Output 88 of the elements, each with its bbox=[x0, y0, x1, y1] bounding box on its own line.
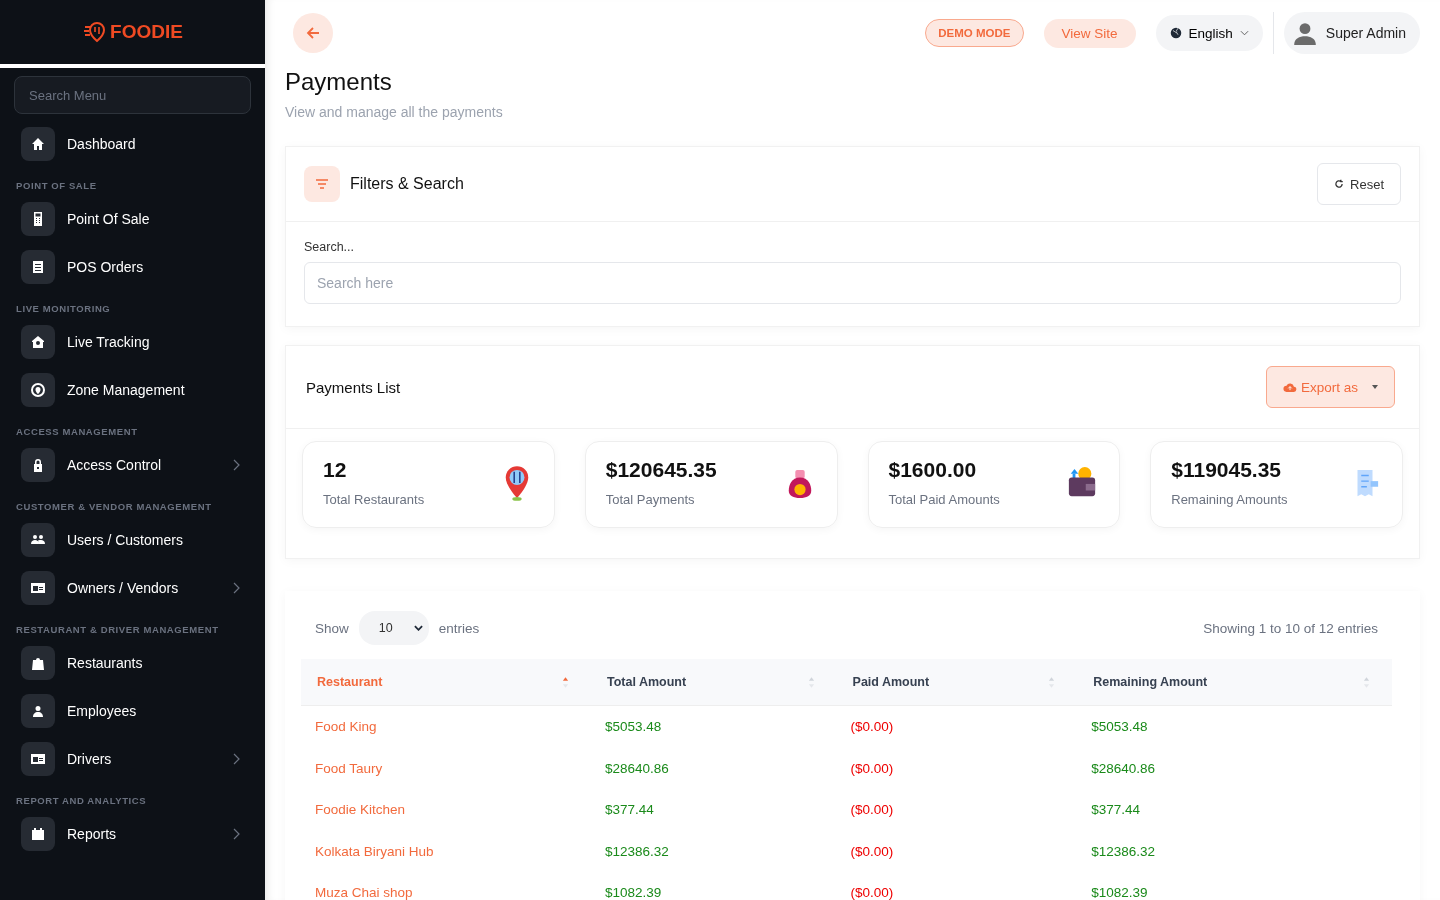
sidebar-item[interactable]: Point Of Sale bbox=[14, 195, 251, 243]
logo-icon bbox=[82, 20, 107, 44]
table-cell: $5053.48 bbox=[590, 705, 837, 748]
table-cell-text: $12386.32 bbox=[1090, 842, 1156, 861]
chevron-right-icon bbox=[232, 828, 240, 840]
stat-value: $1600.00 bbox=[888, 458, 978, 482]
sort-icon bbox=[561, 675, 569, 689]
show-label: Show bbox=[315, 620, 349, 636]
table-cell-text: ($0.00) bbox=[849, 842, 895, 861]
table-cell-text: $28640.86 bbox=[603, 759, 670, 778]
receipt-icon bbox=[30, 259, 46, 275]
chevron-down-icon bbox=[1239, 30, 1249, 36]
sidebar-item[interactable]: Employees bbox=[14, 687, 251, 735]
section-heading: POINT OF SALE bbox=[16, 180, 98, 191]
search-menu-field[interactable]: Search Menu bbox=[14, 76, 251, 114]
sidebar-item[interactable]: Users / Customers bbox=[14, 516, 251, 564]
sidebar-item[interactable]: POS Orders bbox=[14, 243, 251, 291]
arrow-left-icon bbox=[305, 25, 321, 41]
sort-icon bbox=[1048, 675, 1056, 689]
shopping-bag-icon bbox=[30, 655, 46, 671]
stat-label: Total Payments bbox=[605, 492, 696, 507]
language-selector[interactable]: English bbox=[1155, 15, 1263, 51]
sort-icon bbox=[1363, 675, 1370, 689]
section-heading: LIVE MONITORING bbox=[16, 303, 112, 314]
section-heading: RESTAURANT & DRIVER MANAGEMENT bbox=[16, 624, 220, 635]
section-heading: ACCESS MANAGEMENT bbox=[16, 426, 139, 437]
sidebar-item[interactable]: Restaurants bbox=[14, 639, 251, 687]
column-header[interactable]: Paid Amount bbox=[836, 659, 1078, 706]
stat-label: Total Restaurants bbox=[323, 492, 426, 507]
avatar-icon bbox=[1291, 20, 1318, 46]
brand-name: FOODIE bbox=[110, 21, 183, 43]
table-cell: $5053.48 bbox=[1077, 705, 1392, 748]
page-subtitle: View and manage all the payments bbox=[285, 104, 504, 120]
reset-button[interactable]: Reset bbox=[1317, 163, 1401, 205]
sidebar-item[interactable]: Dashboard bbox=[14, 120, 251, 168]
search-field[interactable]: Search here bbox=[304, 262, 1401, 304]
refresh-icon bbox=[1334, 179, 1345, 189]
sort-icon bbox=[807, 675, 815, 689]
column-header[interactable]: Total Amount bbox=[590, 659, 837, 706]
table-cell-text: $1082.39 bbox=[1090, 884, 1149, 900]
caret-down-icon bbox=[1372, 385, 1378, 389]
page-size-select[interactable]: 10 bbox=[358, 611, 429, 645]
sidebar-item[interactable]: Zone Management bbox=[14, 366, 251, 414]
person-icon bbox=[30, 703, 46, 719]
column-header[interactable]: Remaining Amount bbox=[1077, 659, 1392, 706]
sidebar-item[interactable]: Drivers bbox=[14, 735, 251, 783]
entries-info: Showing 1 to 10 of 12 entries bbox=[1203, 620, 1378, 636]
table-cell-text: ($0.00) bbox=[849, 884, 895, 900]
stat-label: Total Paid Amounts bbox=[888, 492, 1001, 507]
globe-icon bbox=[1169, 27, 1182, 39]
table-cell: ($0.00) bbox=[836, 705, 1078, 748]
calendar-icon bbox=[30, 826, 46, 842]
section-heading: CUSTOMER & VENDOR MANAGEMENT bbox=[16, 501, 213, 512]
sidebar-item[interactable]: Owners / Vendors bbox=[14, 564, 251, 612]
stat-value: 12 bbox=[323, 458, 348, 482]
table-cell-text: $28640.86 bbox=[1090, 759, 1156, 778]
chevron-right-icon bbox=[232, 459, 240, 471]
chevron-right-icon bbox=[232, 753, 240, 765]
table-cell-text: $377.44 bbox=[1090, 801, 1141, 820]
entries-label: entries bbox=[438, 620, 480, 636]
house-pin-icon bbox=[30, 334, 46, 350]
page-title: Payments bbox=[285, 68, 393, 96]
chevron-right-icon bbox=[232, 582, 240, 594]
id-card-icon bbox=[30, 751, 46, 767]
table-cell-text: ($0.00) bbox=[849, 801, 895, 820]
table-cell-text: $12386.32 bbox=[603, 842, 670, 861]
demo-mode-badge: DEMO MODE bbox=[925, 19, 1024, 47]
cloud-upload-icon bbox=[1282, 381, 1297, 393]
home-icon bbox=[30, 136, 46, 152]
filters-title: Filters & Search bbox=[350, 175, 464, 193]
back-button[interactable] bbox=[293, 13, 333, 53]
sidebar-item[interactable]: Reports bbox=[14, 810, 251, 858]
section-heading: REPORT AND ANALYTICS bbox=[16, 795, 148, 806]
stat-value: $119045.35 bbox=[1171, 458, 1283, 482]
id-card-icon bbox=[30, 580, 46, 596]
table-cell-text: ($0.00) bbox=[849, 759, 895, 778]
sidebar-item[interactable]: Live Tracking bbox=[14, 318, 251, 366]
table-cell-text: $1082.39 bbox=[603, 884, 663, 900]
search-label: Search... bbox=[304, 240, 356, 254]
table-cell-text: $377.44 bbox=[603, 801, 655, 820]
stat-value: $120645.35 bbox=[605, 458, 718, 482]
map-pin-icon bbox=[30, 382, 46, 398]
chevron-down-icon bbox=[413, 625, 423, 631]
payments-list-title: Payments List bbox=[306, 378, 401, 396]
user-menu[interactable]: Super Admin bbox=[1283, 12, 1420, 54]
stat-label: Remaining Amounts bbox=[1171, 492, 1289, 507]
filter-icon bbox=[314, 176, 330, 192]
sidebar-item[interactable]: Access Control bbox=[14, 441, 251, 489]
